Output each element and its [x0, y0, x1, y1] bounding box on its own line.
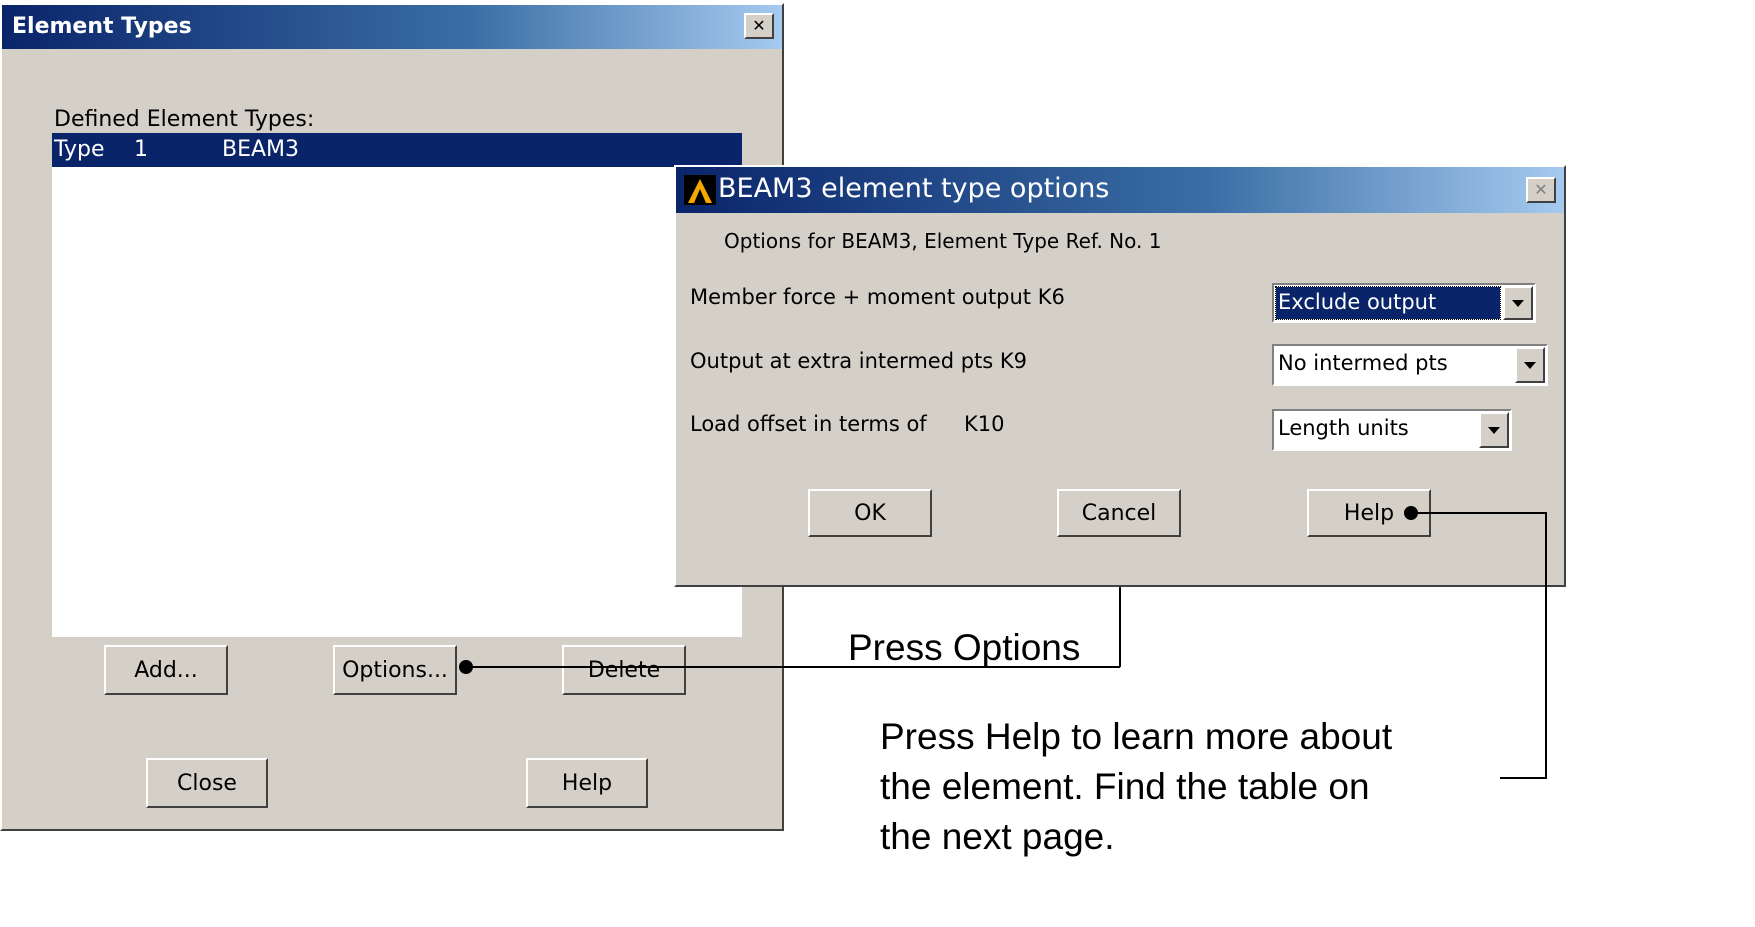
options-button[interactable]: Options... — [333, 645, 457, 695]
press-options-caption: Press Options — [848, 627, 1081, 668]
chevron-down-icon[interactable] — [1515, 347, 1545, 383]
beam3-options-title: BEAM3 element type options — [718, 173, 1110, 204]
load-offset-select[interactable]: Length units — [1272, 409, 1512, 451]
cancel-button[interactable]: Cancel — [1057, 489, 1181, 537]
options-pointer-riser — [1119, 587, 1121, 667]
element-types-titlebar[interactable]: Element Types ✕ — [2, 5, 782, 49]
extra-intermed-label: Output at extra intermed pts K9 — [690, 349, 1028, 373]
close-icon[interactable]: ✕ — [1526, 177, 1556, 203]
help-button[interactable]: Help — [526, 758, 648, 808]
member-force-select[interactable]: Exclude output — [1272, 283, 1536, 323]
defined-element-types-label: Defined Element Types: — [54, 107, 315, 132]
load-offset-key: K10 — [964, 412, 1005, 436]
extra-intermed-select[interactable]: No intermed pts — [1272, 344, 1548, 386]
ansys-logo-icon — [684, 175, 716, 205]
member-force-value: Exclude output — [1275, 286, 1501, 320]
beam3-options-titlebar[interactable]: BEAM3 element type options ✕ — [676, 167, 1564, 213]
extra-intermed-value: No intermed pts — [1278, 351, 1448, 375]
delete-button[interactable]: Delete — [562, 645, 686, 695]
help-pointer-line — [1411, 512, 1546, 514]
help-pointer-riser — [1545, 512, 1547, 778]
press-help-caption: Press Help to learn more about the eleme… — [880, 712, 1520, 862]
member-force-label: Member force + moment output K6 — [690, 285, 1065, 309]
list-item[interactable]: Type 1 BEAM3 — [52, 133, 742, 167]
close-icon[interactable]: ✕ — [744, 13, 774, 39]
add-button[interactable]: Add... — [104, 645, 228, 695]
list-item-type-label: Type — [54, 137, 105, 162]
beam3-options-window: BEAM3 element type options ✕ Options for… — [674, 165, 1566, 587]
ok-button[interactable]: OK — [808, 489, 932, 537]
close-button[interactable]: Close — [146, 758, 268, 808]
load-offset-label: Load offset in terms of — [690, 412, 927, 436]
press-help-line-1: Press Help to learn more about — [880, 716, 1393, 757]
load-offset-value: Length units — [1278, 416, 1409, 440]
list-item-name: BEAM3 — [222, 137, 300, 162]
element-types-window: Element Types ✕ Defined Element Types: T… — [0, 3, 784, 831]
element-types-title: Element Types — [12, 14, 192, 39]
element-types-list[interactable]: Type 1 BEAM3 — [52, 133, 742, 637]
list-item-number: 1 — [134, 137, 148, 162]
options-subtitle: Options for BEAM3, Element Type Ref. No.… — [724, 229, 1162, 253]
chevron-down-icon[interactable] — [1479, 412, 1509, 448]
press-help-line-3: the next page. — [880, 816, 1115, 857]
press-help-line-2: the element. Find the table on — [880, 766, 1370, 807]
chevron-down-icon[interactable] — [1503, 286, 1533, 320]
